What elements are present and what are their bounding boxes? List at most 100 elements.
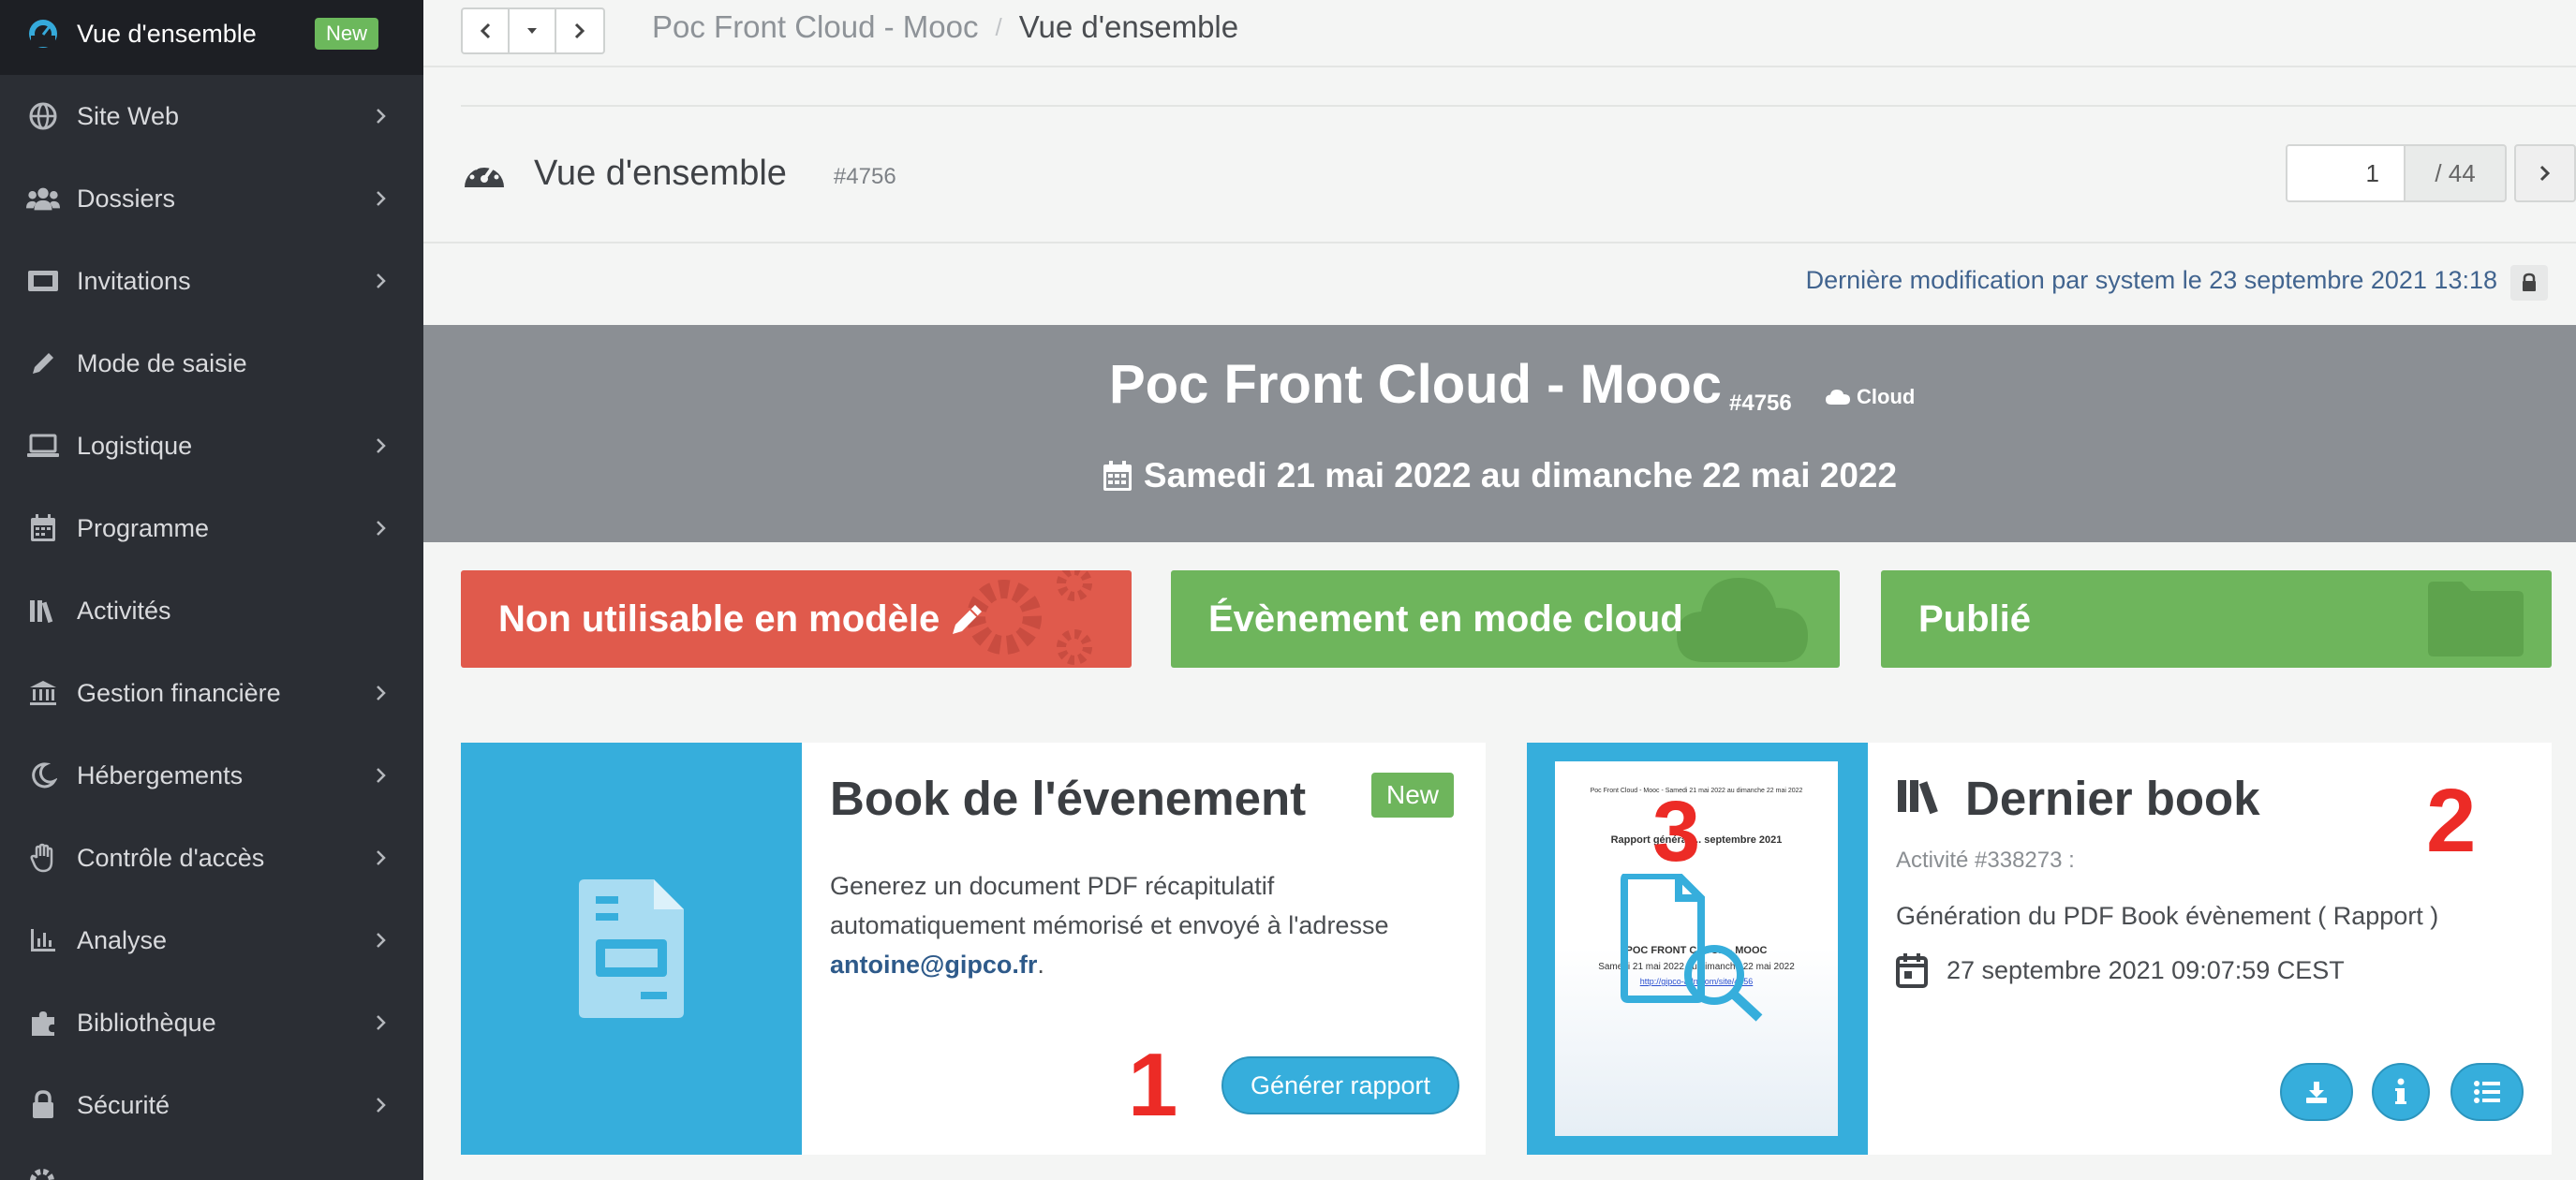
chevron-right-icon [377,1015,386,1030]
cloud-icon [1677,578,1808,662]
book-card-title: Book de l'évenement [830,772,1307,825]
top-bar: Poc Front Cloud - Mooc / Vue d'ensemble [423,0,2576,67]
sidebar-item-hebergements[interactable]: Hébergements [0,734,423,817]
event-id: #4756 [1729,391,1792,416]
pager: / 44 [2286,144,2576,202]
breadcrumb: Poc Front Cloud - Mooc / Vue d'ensemble [652,7,1238,47]
bank-icon [26,676,60,710]
chevron-right-icon [377,109,386,124]
new-badge: New [1371,773,1455,818]
laptop-icon [26,429,60,463]
library-icon [26,594,60,627]
event-dates: Samedi 21 mai 2022 au dimanche 22 mai 20… [423,456,2576,495]
sidebar-item-overview[interactable]: Vue d'ensemble New [0,0,423,75]
chevron-right-icon [377,273,386,288]
library-icon [1898,780,1938,815]
caret-down-icon [527,28,537,34]
breadcrumb-current: Vue d'ensemble [1018,9,1239,44]
event-title: Poc Front Cloud - Mooc [1108,354,1723,415]
status-published: Publié [1881,570,2552,668]
last-book-title: Dernier book [1965,772,2260,825]
ticket-icon [26,264,60,298]
document-search-icon [1621,874,1763,1022]
sidebar-item-gestion-financiere[interactable]: Gestion financière [0,652,423,734]
pencil-icon [953,605,983,634]
sidebar-item-mode-saisie[interactable]: Mode de saisie [0,322,423,405]
puzzle-icon [26,1006,60,1040]
status-cloud-mode: Évènement en mode cloud [1171,570,1840,668]
chevron-left-icon [480,22,491,39]
annotation-1: 1 [1128,1035,1178,1135]
sidebar: Vue d'ensemble New Site Web Dossiers Inv… [0,0,423,1180]
activity-description: Génération du PDF Book évènement ( Rappo… [1896,902,2439,930]
sidebar-item-securite[interactable]: Sécurité [0,1064,423,1146]
page-id: #4756 [833,164,896,189]
sidebar-item-dossiers[interactable]: Dossiers [0,157,423,240]
chevron-right-icon [377,768,386,783]
download-icon [2306,1082,2327,1103]
book-card: Book de l'évenement New Generez un docum… [461,743,1486,1155]
page-header: Vue d'ensemble #4756 [461,140,896,206]
annotation-3: 3 [1652,784,1701,879]
lock-button[interactable] [2510,265,2548,301]
globe-icon [26,99,60,133]
chevron-right-icon [377,850,386,865]
new-badge: New [315,18,379,50]
divider [423,242,2576,243]
calendar-icon [26,511,60,545]
list-button[interactable] [2450,1063,2524,1121]
download-button[interactable] [2280,1063,2353,1121]
sidebar-item-controle-acces[interactable]: Contrôle d'accès [0,817,423,899]
dashboard-icon [26,17,60,51]
chevron-right-icon [377,191,386,206]
dashboard-icon [465,161,504,187]
cloud-icon [1826,390,1850,405]
sidebar-item-programme[interactable]: Programme [0,487,423,569]
page-number-input[interactable] [2286,144,2406,202]
pencil-icon [26,347,60,380]
chevron-right-icon [377,521,386,536]
back-button[interactable] [463,9,510,52]
event-banner: Poc Front Cloud - Mooc #4756 Cloud Samed… [423,325,2576,542]
next-page-button[interactable] [2514,144,2576,202]
calendar-icon [1103,461,1132,491]
annotation-2: 2 [2426,771,2477,871]
history-nav [461,7,605,54]
chevron-right-icon [377,1098,386,1113]
generate-report-button[interactable]: Générer rapport [1221,1056,1459,1114]
sidebar-item-analyse[interactable]: Analyse [0,899,423,981]
chevron-right-icon [377,438,386,453]
info-button[interactable] [2372,1063,2430,1121]
folder-icon [2428,582,2524,656]
document-icon [579,879,684,1018]
breadcrumb-parent[interactable]: Poc Front Cloud - Mooc [652,9,978,45]
breadcrumb-separator: / [995,12,1002,41]
chart-icon [26,923,60,957]
lock-icon [26,1088,60,1122]
activity-date: 27 septembre 2021 09:07:59 CEST [1896,952,2345,988]
sidebar-item-logistique[interactable]: Logistique [0,405,423,487]
chevron-right-icon [377,933,386,948]
book-card-description: Generez un document PDF récapitulatif au… [830,872,1389,979]
sidebar-item-bibliotheque[interactable]: Bibliothèque [0,981,423,1064]
book-card-illustration [461,743,802,1155]
gear-icon [26,1165,58,1180]
page-total: / 44 [2406,144,2507,202]
sidebar-item-invitations[interactable]: Invitations [0,240,423,322]
moon-icon [26,759,60,792]
sidebar-item-activites[interactable]: Activités [0,569,423,652]
activity-id: Activité #338273 : [1896,848,2075,873]
email-link[interactable]: antoine@gipco.fr [830,951,1037,979]
status-template-unusable: Non utilisable en modèle [461,570,1132,668]
divider [461,105,2576,107]
sidebar-item-site-web[interactable]: Site Web [0,75,423,157]
list-icon [2474,1081,2500,1103]
lock-icon [2523,273,2536,291]
page-title: Vue d'ensemble [534,153,787,193]
last-modified-text: Dernière modification par system le 23 s… [1805,266,2497,294]
chevron-right-icon [574,22,585,39]
forward-button[interactable] [556,9,603,52]
history-dropdown-button[interactable] [510,9,556,52]
calendar-icon [1896,953,1928,988]
chevron-right-icon [377,686,386,701]
